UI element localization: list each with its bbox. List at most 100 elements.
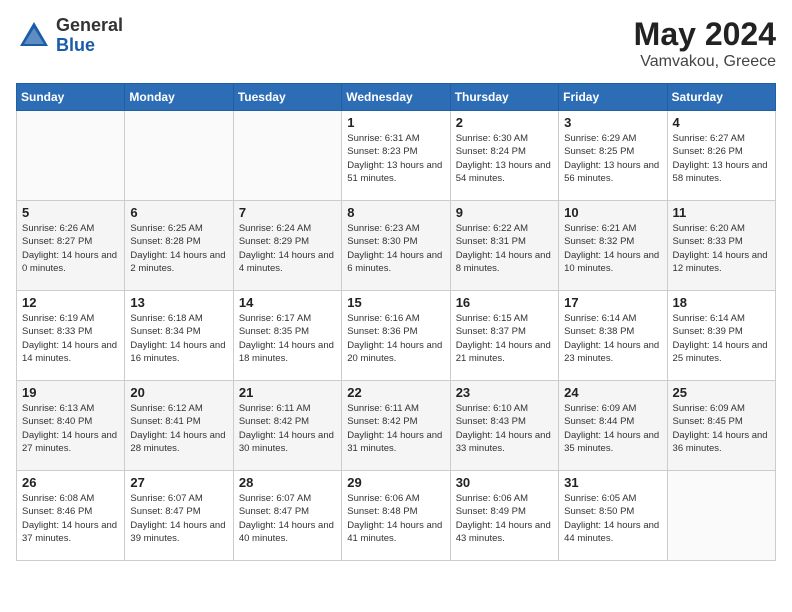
day-number: 31 xyxy=(564,475,661,490)
day-number: 22 xyxy=(347,385,444,400)
calendar-cell: 5 Sunrise: 6:26 AM Sunset: 8:27 PM Daylig… xyxy=(17,201,125,291)
day-info: Sunrise: 6:27 AM Sunset: 8:26 PM Dayligh… xyxy=(673,132,770,185)
day-number: 30 xyxy=(456,475,553,490)
day-number: 26 xyxy=(22,475,119,490)
day-info: Sunrise: 6:14 AM Sunset: 8:39 PM Dayligh… xyxy=(673,312,770,365)
day-info: Sunrise: 6:11 AM Sunset: 8:42 PM Dayligh… xyxy=(239,402,336,455)
day-info: Sunrise: 6:18 AM Sunset: 8:34 PM Dayligh… xyxy=(130,312,227,365)
calendar-table: SundayMondayTuesdayWednesdayThursdayFrid… xyxy=(16,83,776,561)
day-info: Sunrise: 6:12 AM Sunset: 8:41 PM Dayligh… xyxy=(130,402,227,455)
logo-blue: Blue xyxy=(56,36,123,56)
day-number: 14 xyxy=(239,295,336,310)
calendar-cell: 27 Sunrise: 6:07 AM Sunset: 8:47 PM Dayli… xyxy=(125,471,233,561)
calendar-cell: 8Sunrise: 6:23 AM Sunset: 8:30 PM Daylig… xyxy=(342,201,450,291)
calendar-cell: 18 Sunrise: 6:14 AM Sunset: 8:39 PM Dayli… xyxy=(667,291,775,381)
calendar-cell: 25Sunrise: 6:09 AM Sunset: 8:45 PM Dayli… xyxy=(667,381,775,471)
day-info: Sunrise: 6:05 AM Sunset: 8:50 PM Dayligh… xyxy=(564,492,661,545)
day-number: 2 xyxy=(456,115,553,130)
calendar-week-row: 1 Sunrise: 6:31 AM Sunset: 8:23 PM Daylig… xyxy=(17,111,776,201)
weekday-header: Friday xyxy=(559,84,667,111)
day-number: 1 xyxy=(347,115,444,130)
day-info: Sunrise: 6:07 AM Sunset: 8:47 PM Dayligh… xyxy=(239,492,336,545)
day-info: Sunrise: 6:22 AM Sunset: 8:31 PM Dayligh… xyxy=(456,222,553,275)
calendar-cell: 15 Sunrise: 6:16 AM Sunset: 8:36 PM Dayli… xyxy=(342,291,450,381)
day-info: Sunrise: 6:24 AM Sunset: 8:29 PM Dayligh… xyxy=(239,222,336,275)
calendar-cell: 4 Sunrise: 6:27 AM Sunset: 8:26 PM Daylig… xyxy=(667,111,775,201)
day-info: Sunrise: 6:31 AM Sunset: 8:23 PM Dayligh… xyxy=(347,132,444,185)
weekday-header: Wednesday xyxy=(342,84,450,111)
day-info: Sunrise: 6:25 AM Sunset: 8:28 PM Dayligh… xyxy=(130,222,227,275)
day-info: Sunrise: 6:11 AM Sunset: 8:42 PM Dayligh… xyxy=(347,402,444,455)
weekday-header: Sunday xyxy=(17,84,125,111)
day-number: 9 xyxy=(456,205,553,220)
calendar-cell: 12 Sunrise: 6:19 AM Sunset: 8:33 PM Dayli… xyxy=(17,291,125,381)
day-number: 27 xyxy=(130,475,227,490)
day-info: Sunrise: 6:19 AM Sunset: 8:33 PM Dayligh… xyxy=(22,312,119,365)
day-info: Sunrise: 6:17 AM Sunset: 8:35 PM Dayligh… xyxy=(239,312,336,365)
logo: General Blue xyxy=(16,16,123,56)
day-info: Sunrise: 6:07 AM Sunset: 8:47 PM Dayligh… xyxy=(130,492,227,545)
calendar-cell: 30 Sunrise: 6:06 AM Sunset: 8:49 PM Dayli… xyxy=(450,471,558,561)
calendar-cell: 17Sunrise: 6:14 AM Sunset: 8:38 PM Dayli… xyxy=(559,291,667,381)
day-number: 12 xyxy=(22,295,119,310)
day-number: 19 xyxy=(22,385,119,400)
calendar-cell: 16Sunrise: 6:15 AM Sunset: 8:37 PM Dayli… xyxy=(450,291,558,381)
day-info: Sunrise: 6:09 AM Sunset: 8:45 PM Dayligh… xyxy=(673,402,770,455)
day-number: 28 xyxy=(239,475,336,490)
day-number: 20 xyxy=(130,385,227,400)
calendar-week-row: 19 Sunrise: 6:13 AM Sunset: 8:40 PM Dayli… xyxy=(17,381,776,471)
day-number: 15 xyxy=(347,295,444,310)
calendar-cell: 14 Sunrise: 6:17 AM Sunset: 8:35 PM Dayli… xyxy=(233,291,341,381)
day-number: 5 xyxy=(22,205,119,220)
calendar-cell: 24 Sunrise: 6:09 AM Sunset: 8:44 PM Dayli… xyxy=(559,381,667,471)
day-info: Sunrise: 6:06 AM Sunset: 8:48 PM Dayligh… xyxy=(347,492,444,545)
day-number: 3 xyxy=(564,115,661,130)
day-info: Sunrise: 6:29 AM Sunset: 8:25 PM Dayligh… xyxy=(564,132,661,185)
calendar-cell: 1 Sunrise: 6:31 AM Sunset: 8:23 PM Daylig… xyxy=(342,111,450,201)
logo-general: General xyxy=(56,16,123,36)
logo-icon xyxy=(16,18,52,54)
calendar-week-row: 26 Sunrise: 6:08 AM Sunset: 8:46 PM Dayli… xyxy=(17,471,776,561)
title-block: May 2024 Vamvakou, Greece xyxy=(634,16,776,71)
calendar-cell: 19 Sunrise: 6:13 AM Sunset: 8:40 PM Dayli… xyxy=(17,381,125,471)
day-number: 18 xyxy=(673,295,770,310)
day-number: 23 xyxy=(456,385,553,400)
day-number: 11 xyxy=(673,205,770,220)
calendar-cell: 21 Sunrise: 6:11 AM Sunset: 8:42 PM Dayli… xyxy=(233,381,341,471)
day-number: 4 xyxy=(673,115,770,130)
day-number: 16 xyxy=(456,295,553,310)
weekday-header: Monday xyxy=(125,84,233,111)
day-info: Sunrise: 6:08 AM Sunset: 8:46 PM Dayligh… xyxy=(22,492,119,545)
calendar-cell xyxy=(667,471,775,561)
calendar-cell: 11 Sunrise: 6:20 AM Sunset: 8:33 PM Dayli… xyxy=(667,201,775,291)
day-info: Sunrise: 6:21 AM Sunset: 8:32 PM Dayligh… xyxy=(564,222,661,275)
calendar-week-row: 5 Sunrise: 6:26 AM Sunset: 8:27 PM Daylig… xyxy=(17,201,776,291)
calendar-cell xyxy=(233,111,341,201)
day-info: Sunrise: 6:16 AM Sunset: 8:36 PM Dayligh… xyxy=(347,312,444,365)
calendar-cell: 2 Sunrise: 6:30 AM Sunset: 8:24 PM Daylig… xyxy=(450,111,558,201)
calendar-cell: 13Sunrise: 6:18 AM Sunset: 8:34 PM Dayli… xyxy=(125,291,233,381)
day-info: Sunrise: 6:13 AM Sunset: 8:40 PM Dayligh… xyxy=(22,402,119,455)
calendar-cell: 31 Sunrise: 6:05 AM Sunset: 8:50 PM Dayli… xyxy=(559,471,667,561)
calendar-cell: 6Sunrise: 6:25 AM Sunset: 8:28 PM Daylig… xyxy=(125,201,233,291)
page-header: General Blue May 2024 Vamvakou, Greece xyxy=(16,16,776,71)
calendar-week-row: 12 Sunrise: 6:19 AM Sunset: 8:33 PM Dayli… xyxy=(17,291,776,381)
calendar-cell: 28 Sunrise: 6:07 AM Sunset: 8:47 PM Dayli… xyxy=(233,471,341,561)
day-info: Sunrise: 6:30 AM Sunset: 8:24 PM Dayligh… xyxy=(456,132,553,185)
calendar-cell: 7Sunrise: 6:24 AM Sunset: 8:29 PM Daylig… xyxy=(233,201,341,291)
day-number: 10 xyxy=(564,205,661,220)
day-info: Sunrise: 6:20 AM Sunset: 8:33 PM Dayligh… xyxy=(673,222,770,275)
calendar-cell xyxy=(17,111,125,201)
calendar-cell: 26 Sunrise: 6:08 AM Sunset: 8:46 PM Dayli… xyxy=(17,471,125,561)
day-info: Sunrise: 6:09 AM Sunset: 8:44 PM Dayligh… xyxy=(564,402,661,455)
location: Vamvakou, Greece xyxy=(634,53,776,71)
calendar-cell xyxy=(125,111,233,201)
day-info: Sunrise: 6:06 AM Sunset: 8:49 PM Dayligh… xyxy=(456,492,553,545)
month-year: May 2024 xyxy=(634,16,776,53)
day-number: 24 xyxy=(564,385,661,400)
calendar-cell: 23Sunrise: 6:10 AM Sunset: 8:43 PM Dayli… xyxy=(450,381,558,471)
calendar-cell: 10 Sunrise: 6:21 AM Sunset: 8:32 PM Dayli… xyxy=(559,201,667,291)
day-number: 21 xyxy=(239,385,336,400)
day-info: Sunrise: 6:26 AM Sunset: 8:27 PM Dayligh… xyxy=(22,222,119,275)
weekday-header: Tuesday xyxy=(233,84,341,111)
